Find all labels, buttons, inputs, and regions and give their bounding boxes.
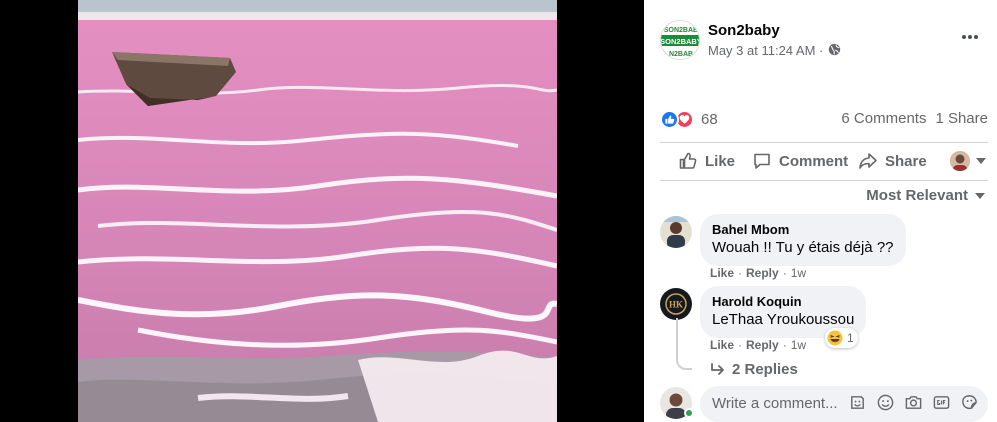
comment-author[interactable]: Harold Koquin <box>712 294 854 310</box>
share-icon <box>859 153 877 169</box>
post-photo[interactable] <box>78 0 557 422</box>
comment-reply-link[interactable]: Reply <box>746 338 779 352</box>
post-timestamp[interactable]: May 3 at 11:24 AM · <box>708 43 823 58</box>
like-button[interactable]: Like <box>678 151 735 171</box>
user-avatar <box>950 151 970 171</box>
like-reaction-icon <box>660 109 679 129</box>
sort-label: Most Relevant <box>866 187 968 204</box>
svg-text:HK: HK <box>669 300 683 310</box>
like-label: Like <box>705 152 736 170</box>
shares-count-link[interactable]: 1 Share <box>935 110 988 127</box>
share-button[interactable]: Share <box>858 151 927 171</box>
page-name[interactable]: Son2baby <box>708 22 780 39</box>
sticker-icon[interactable] <box>848 393 867 412</box>
haha-reaction-icon <box>827 330 843 346</box>
globe-icon <box>828 43 841 56</box>
comments-count-link[interactable]: 6 Comments <box>841 110 926 127</box>
comment-icon <box>754 153 770 169</box>
composer-tools <box>848 393 979 412</box>
caret-down-icon <box>975 192 985 199</box>
comment-bubble: Bahel Mbom Wouah !! Tu y étais déjà ?? <box>700 214 906 266</box>
comment-like-link[interactable]: Like <box>710 338 734 352</box>
comment-meta: Like · Reply · 1w <box>710 266 807 280</box>
gif-icon[interactable] <box>932 393 951 412</box>
photo-viewer <box>0 0 644 422</box>
svg-text:N2BAB: N2BAB <box>669 51 693 58</box>
comment-label: Comment <box>779 152 849 170</box>
more-options-button[interactable] <box>956 26 984 54</box>
comment-author[interactable]: Bahel Mbom <box>712 222 894 238</box>
caret-down-icon <box>976 158 986 164</box>
pink-lake-image <box>78 0 557 422</box>
divider <box>660 180 988 181</box>
more-icon <box>962 35 978 39</box>
post-panel: SON2BAB SON2BABY N2BAB Son2baby May 3 at… <box>644 0 997 422</box>
reaction-audience-selector[interactable] <box>950 151 986 171</box>
svg-text:SON2BAB: SON2BAB <box>664 27 698 34</box>
comment-reply-link[interactable]: Reply <box>746 266 779 280</box>
comment-sort-dropdown[interactable]: Most Relevant <box>866 187 985 204</box>
comment-meta: Like · Reply · 1w <box>710 338 807 352</box>
engagement-counts: 6 Comments 1 Share <box>841 110 988 127</box>
reply-thread-line <box>676 318 692 370</box>
comment-age[interactable]: 1w <box>791 338 806 352</box>
commenter-avatar[interactable]: HK <box>660 288 692 320</box>
son2baby-logo: SON2BAB SON2BABY N2BAB <box>661 21 700 59</box>
reply-arrow-icon <box>711 362 724 375</box>
commenter-avatar[interactable] <box>660 216 692 248</box>
comment-reaction-count: 1 <box>847 331 854 345</box>
sticker-alt-icon[interactable] <box>960 393 979 412</box>
share-label: Share <box>885 152 927 170</box>
svg-text:SON2BABY: SON2BABY <box>661 37 700 46</box>
online-status-indicator <box>684 408 694 418</box>
comment-reaction-badge[interactable]: 1 <box>825 328 858 348</box>
reaction-summary[interactable]: 68 <box>660 108 718 130</box>
emoji-icon[interactable] <box>876 393 895 412</box>
replies-label: 2 Replies <box>732 361 798 378</box>
comment-button[interactable]: Comment <box>752 151 848 171</box>
comment-age[interactable]: 1w <box>791 266 806 280</box>
reaction-count: 68 <box>701 110 718 128</box>
comment-text: LeThaa Yroukoussou <box>712 311 855 328</box>
comment-text: Wouah !! Tu y étais déjà ?? <box>712 239 894 256</box>
comment-like-link[interactable]: Like <box>710 266 734 280</box>
camera-icon[interactable] <box>904 393 923 412</box>
thumbs-up-icon <box>679 152 697 169</box>
post-actions: Like Comment Share <box>660 142 988 180</box>
view-replies-link[interactable]: 2 Replies <box>710 361 798 378</box>
page-avatar[interactable]: SON2BAB SON2BABY N2BAB <box>660 20 700 60</box>
